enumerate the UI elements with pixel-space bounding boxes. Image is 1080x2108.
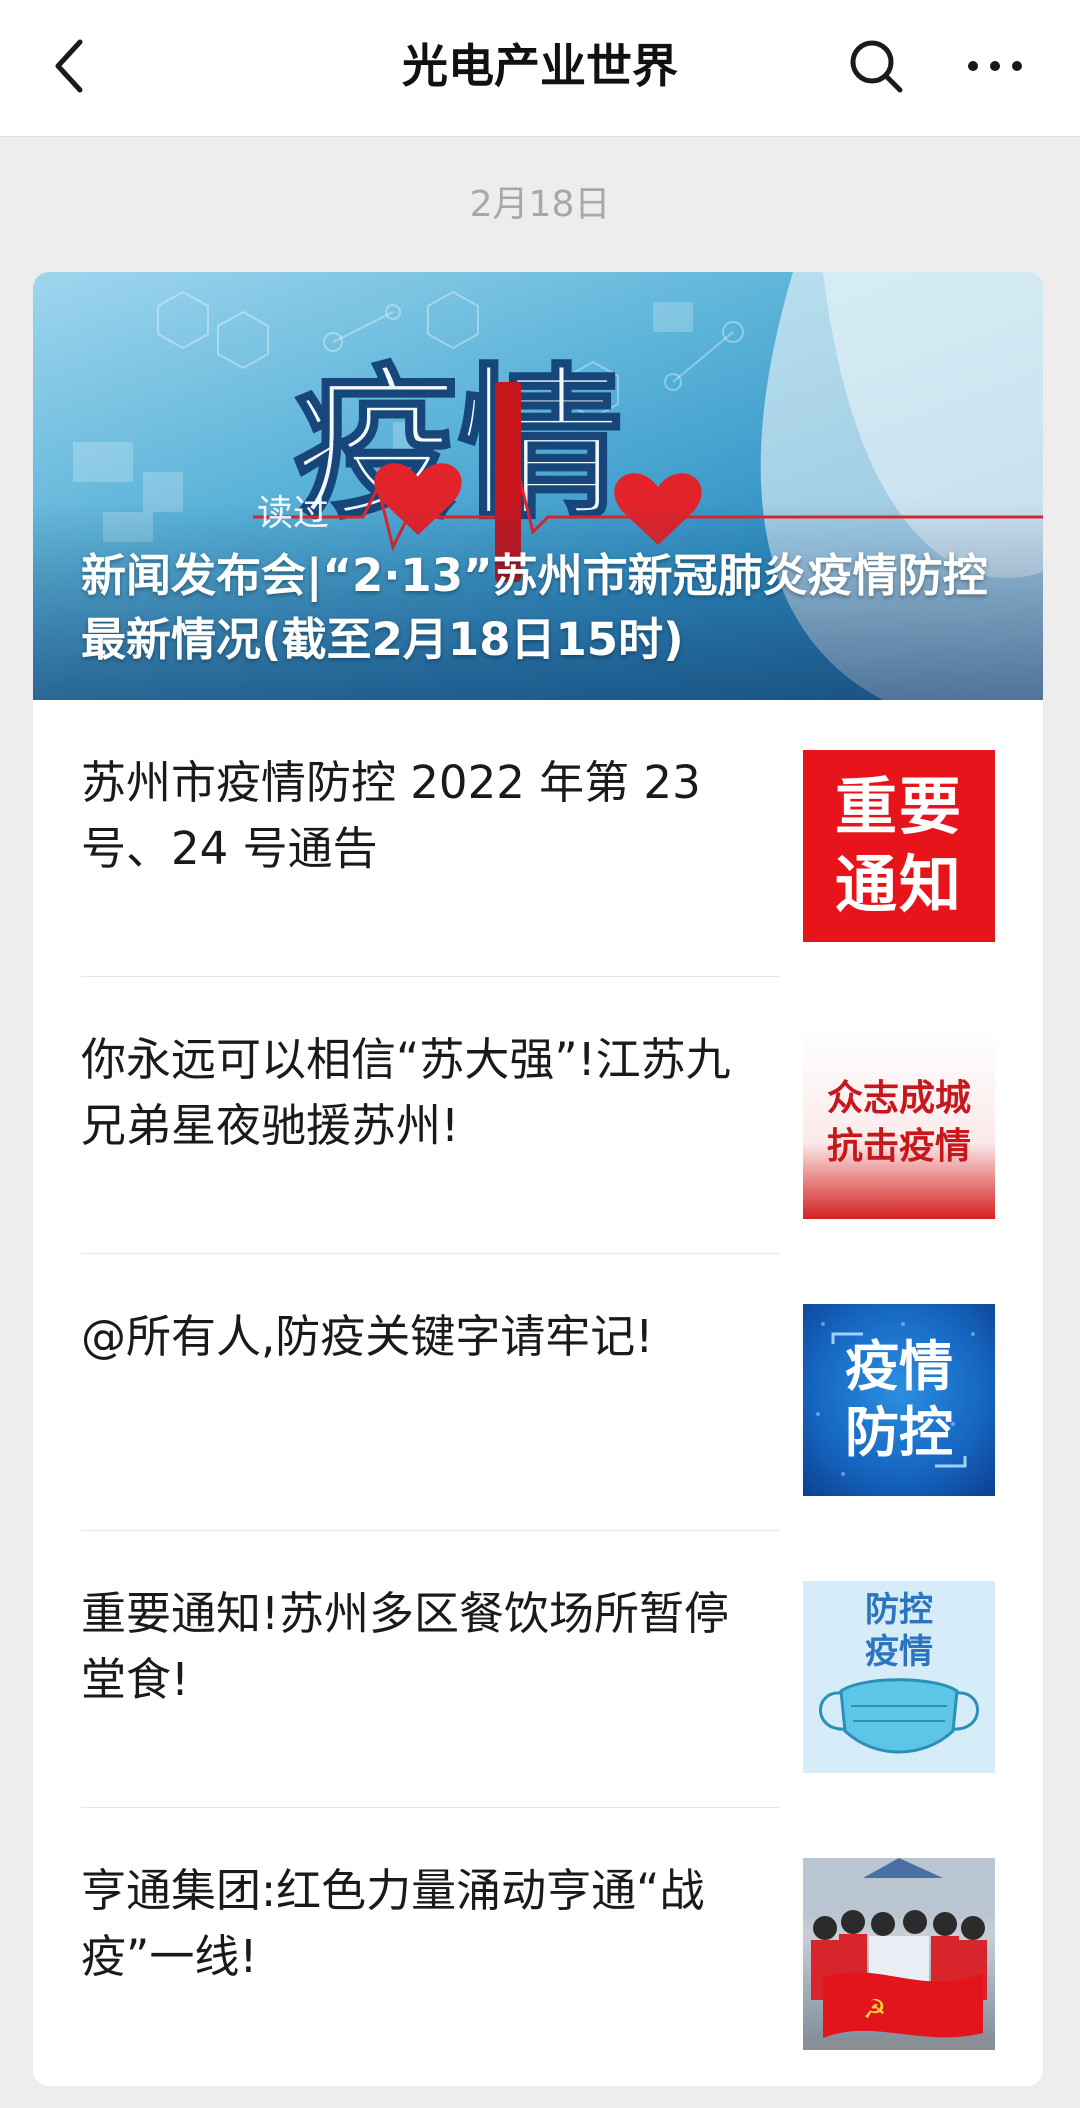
date-divider: 2月18日 [469, 184, 611, 225]
face-mask-icon [819, 1678, 979, 1754]
article-thumbnail: ☭ [803, 1858, 995, 2050]
article-item[interactable]: 苏州市疫情防控 2022 年第 23 号、24 号通告 重要通知 [33, 700, 1043, 977]
article-item[interactable]: 重要通知!苏州多区餐饮场所暂停堂食! 防控疫情 [33, 1531, 1043, 1808]
thumbnail-text: 重要通知 [834, 770, 963, 921]
more-dots-icon [968, 61, 1022, 71]
article-item[interactable]: 你永远可以相信“苏大强”!江苏九兄弟星夜驰援苏州! 众志成城抗击疫情 [33, 977, 1043, 1254]
hero-article[interactable]: 疫情 读过 新闻发布会|“2·13”苏州市新冠肺炎疫情防控最新情况(截至2月18… [33, 272, 1043, 700]
hero-title: 新闻发布会|“2·13”苏州市新冠肺炎疫情防控最新情况(截至2月18日15时) [81, 549, 988, 666]
article-card: 疫情 读过 新闻发布会|“2·13”苏州市新冠肺炎疫情防控最新情况(截至2月18… [33, 272, 1043, 2086]
article-title: @所有人,防疫关键字请牢记! [81, 1310, 654, 1363]
svg-text:☭: ☭ [863, 1995, 886, 2025]
search-icon [850, 40, 903, 93]
article-item[interactable]: 亨通集团:红色力量涌动亨通“战疫”一线! ☭ [33, 1808, 1043, 2085]
group-photo-image: ☭ [803, 1858, 995, 2050]
article-item[interactable]: @所有人,防疫关键字请牢记! 疫情防控 [33, 1254, 1043, 1531]
read-label: 读过 [257, 493, 330, 534]
article-title: 重要通知!苏州多区餐饮场所暂停堂食! [81, 1587, 730, 1706]
article-thumbnail: 防控疫情 [803, 1581, 995, 1773]
thumbnail-text: 疫情防控 [845, 1335, 953, 1464]
article-thumbnail: 重要通知 [803, 750, 995, 942]
page-title: 光电产业世界 [402, 39, 678, 93]
article-title: 你永远可以相信“苏大强”!江苏九兄弟星夜驰援苏州! [81, 1033, 731, 1152]
article-thumbnail: 疫情防控 [803, 1304, 995, 1496]
more-button[interactable] [955, 30, 1035, 102]
back-button[interactable] [30, 30, 110, 102]
search-button[interactable] [836, 30, 916, 102]
article-thumbnail: 众志成城抗击疫情 [803, 1027, 995, 1219]
back-chevron-icon [55, 39, 83, 93]
thumbnail-text: 众志成城抗击疫情 [826, 1078, 971, 1167]
article-title: 亨通集团:红色力量涌动亨通“战疫”一线! [81, 1864, 705, 1983]
top-bar: 光电产业世界 [0, 0, 1080, 137]
article-title: 苏州市疫情防控 2022 年第 23 号、24 号通告 [81, 756, 701, 875]
